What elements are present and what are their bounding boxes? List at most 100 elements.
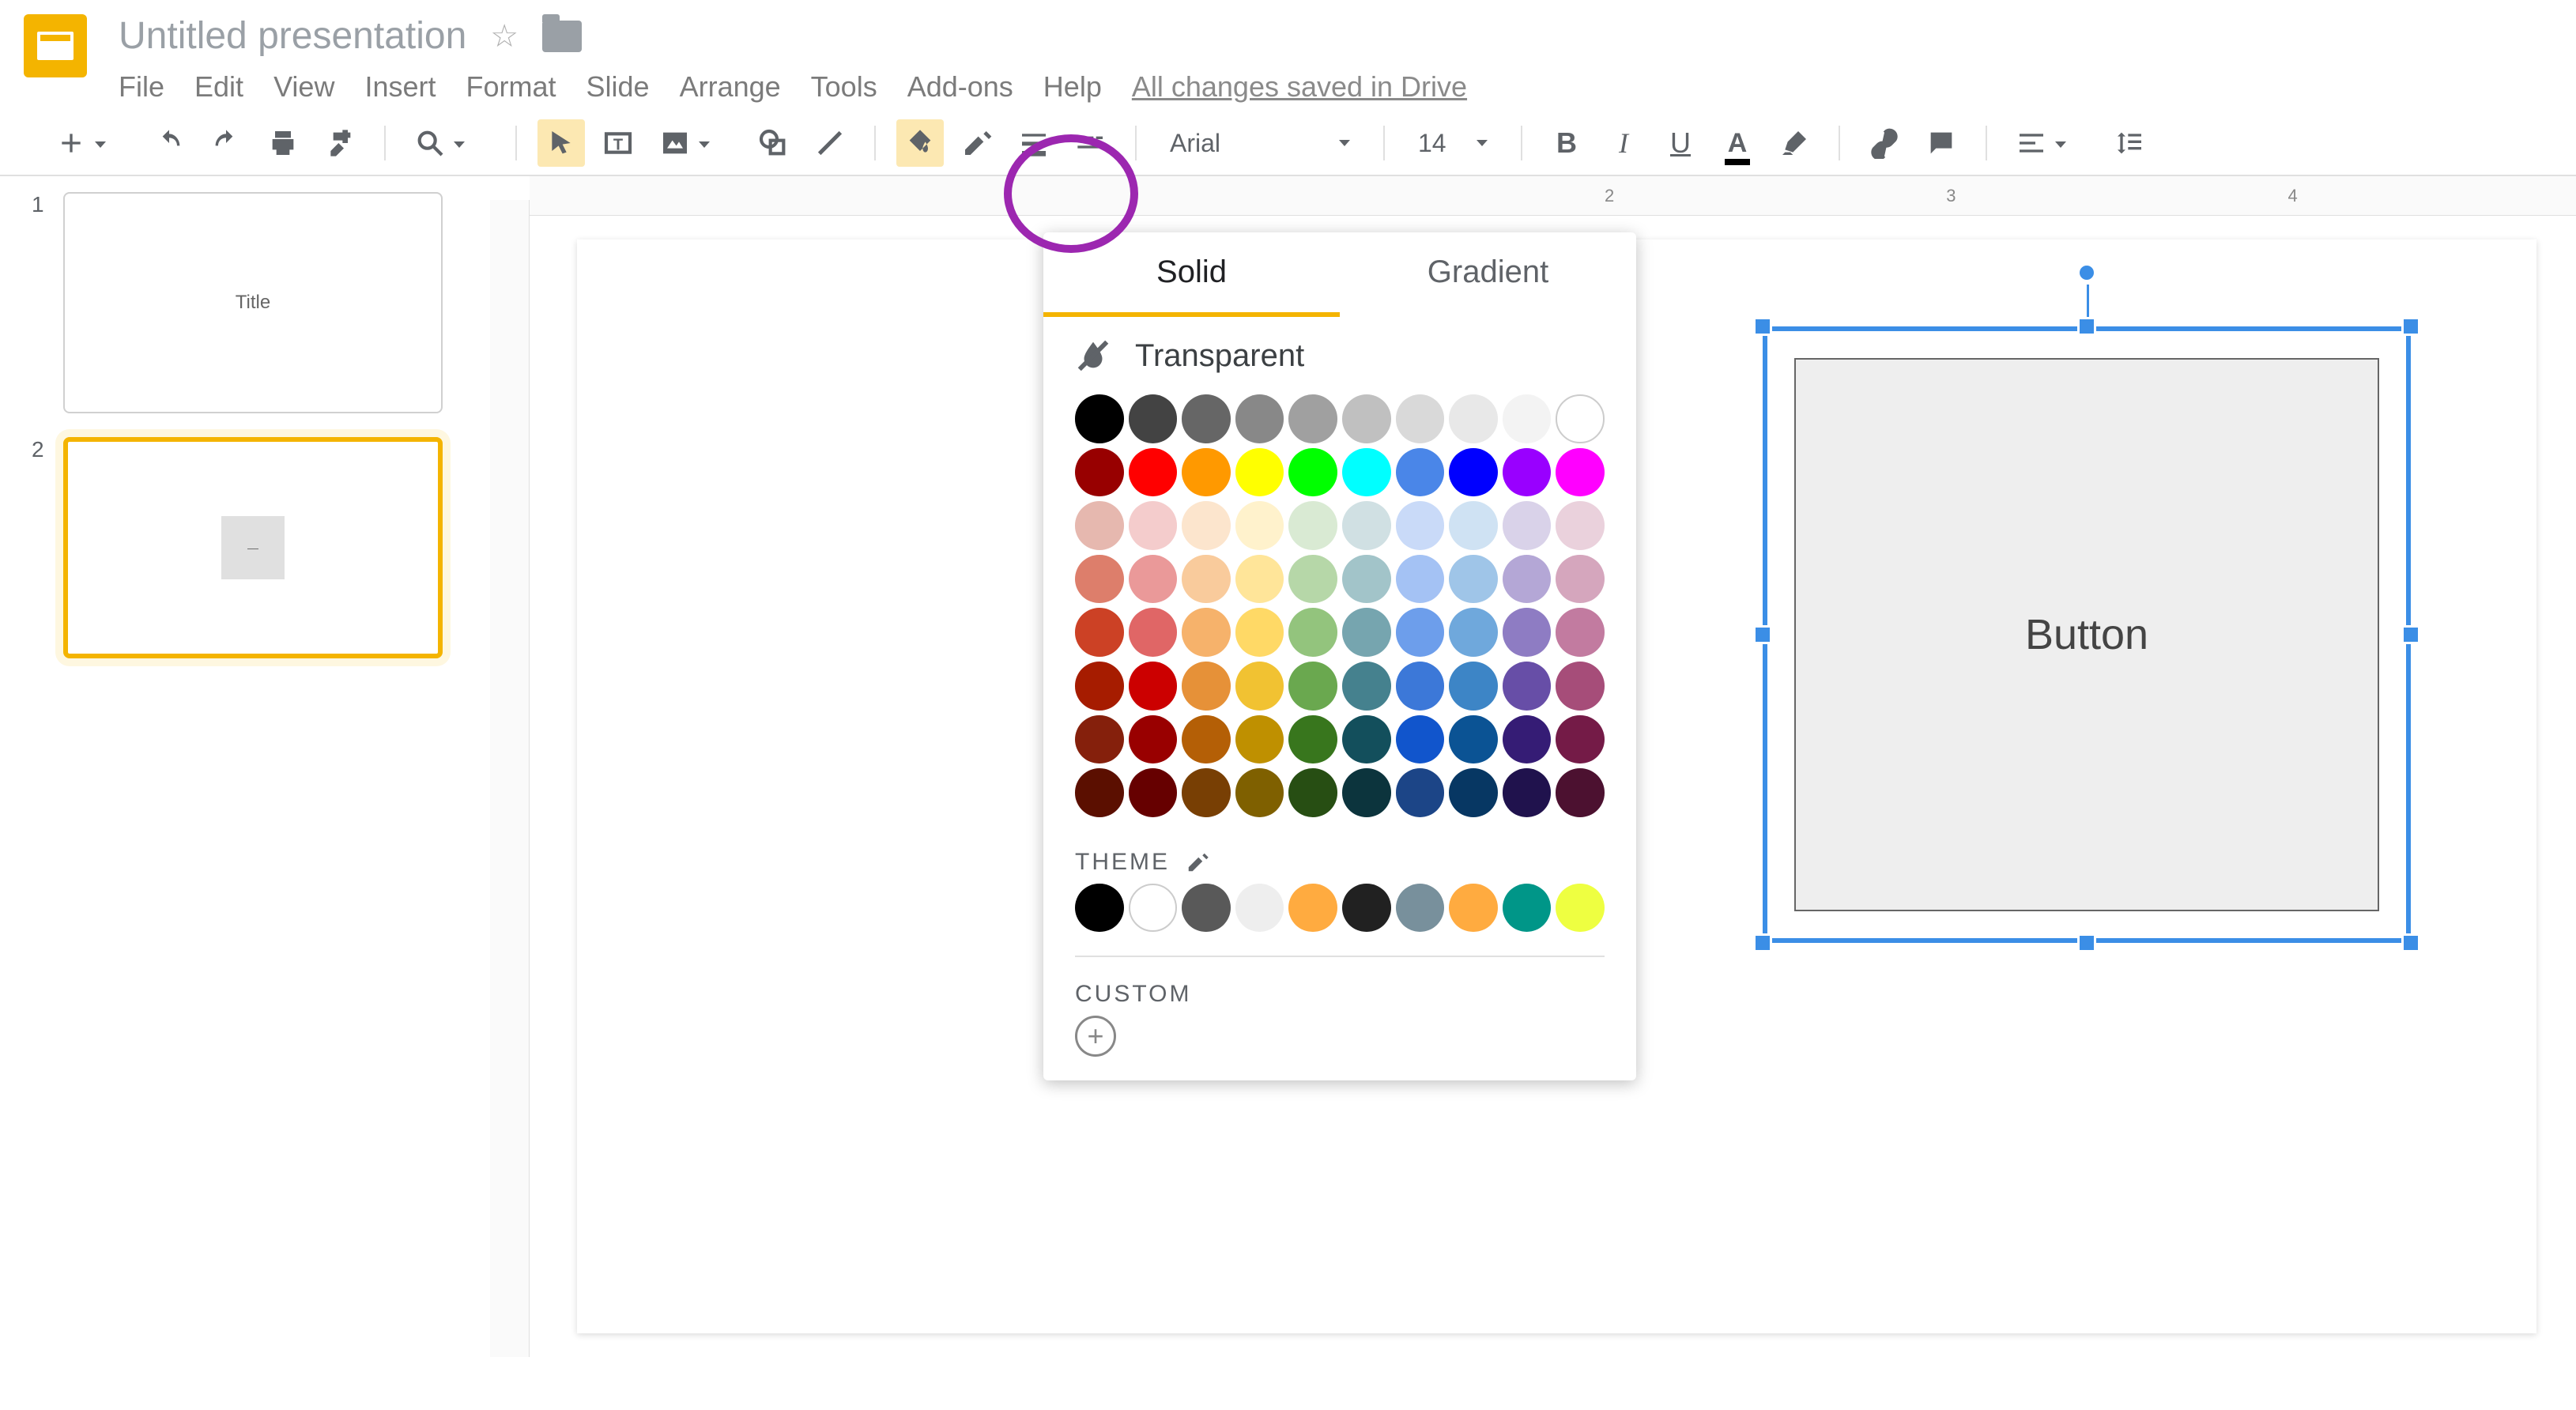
color-swatch[interactable] (1396, 662, 1445, 711)
color-swatch[interactable] (1075, 608, 1124, 657)
theme-color-swatch[interactable] (1182, 884, 1231, 933)
resize-handle[interactable] (2077, 933, 2096, 952)
shape-tool[interactable] (749, 119, 797, 167)
color-swatch[interactable] (1449, 608, 1498, 657)
undo-button[interactable] (145, 119, 193, 167)
color-swatch[interactable] (1235, 715, 1284, 764)
menu-addons[interactable]: Add-ons (907, 70, 1013, 104)
color-swatch[interactable] (1235, 662, 1284, 711)
color-swatch[interactable] (1235, 608, 1284, 657)
textbox-tool[interactable]: T (594, 119, 642, 167)
theme-color-swatch[interactable] (1556, 884, 1605, 933)
color-swatch[interactable] (1075, 555, 1124, 604)
color-swatch[interactable] (1182, 608, 1231, 657)
color-swatch[interactable] (1342, 501, 1391, 550)
color-swatch[interactable] (1503, 555, 1552, 604)
edit-theme-icon[interactable] (1186, 850, 1209, 874)
color-swatch[interactable] (1075, 501, 1124, 550)
paint-format-button[interactable] (316, 119, 364, 167)
menu-slide[interactable]: Slide (586, 70, 650, 104)
color-swatch[interactable] (1556, 662, 1605, 711)
color-swatch[interactable] (1075, 394, 1124, 443)
menu-help[interactable]: Help (1043, 70, 1102, 104)
color-swatch[interactable] (1503, 608, 1552, 657)
insert-link-button[interactable] (1861, 119, 1908, 167)
color-swatch[interactable] (1129, 768, 1178, 817)
print-button[interactable] (259, 119, 307, 167)
color-swatch[interactable] (1288, 448, 1337, 497)
color-swatch[interactable] (1396, 555, 1445, 604)
resize-handle[interactable] (1753, 317, 1772, 336)
color-swatch[interactable] (1288, 662, 1337, 711)
theme-color-swatch[interactable] (1396, 884, 1445, 933)
color-swatch[interactable] (1129, 501, 1178, 550)
new-slide-button[interactable] (47, 119, 95, 167)
color-swatch[interactable] (1182, 448, 1231, 497)
bold-button[interactable]: B (1543, 119, 1590, 167)
image-tool[interactable] (651, 119, 699, 167)
insert-comment-button[interactable] (1918, 119, 1965, 167)
menu-edit[interactable]: Edit (194, 70, 243, 104)
italic-button[interactable]: I (1600, 119, 1647, 167)
document-title[interactable]: Untitled presentation (119, 14, 466, 58)
theme-color-swatch[interactable] (1235, 884, 1284, 933)
color-swatch[interactable] (1342, 555, 1391, 604)
save-status[interactable]: All changes saved in Drive (1132, 70, 1467, 104)
color-swatch[interactable] (1503, 501, 1552, 550)
color-swatch[interactable] (1182, 715, 1231, 764)
color-swatch[interactable] (1449, 555, 1498, 604)
color-swatch[interactable] (1396, 501, 1445, 550)
color-swatch[interactable] (1129, 555, 1178, 604)
color-swatch[interactable] (1556, 394, 1605, 443)
transparent-option[interactable]: Transparent (1043, 317, 1636, 394)
rotate-handle[interactable] (2077, 263, 2096, 282)
color-swatch[interactable] (1075, 768, 1124, 817)
theme-color-swatch[interactable] (1129, 884, 1178, 933)
color-swatch[interactable] (1342, 448, 1391, 497)
color-swatch[interactable] (1503, 768, 1552, 817)
theme-color-swatch[interactable] (1449, 884, 1498, 933)
color-swatch[interactable] (1288, 768, 1337, 817)
theme-color-swatch[interactable] (1342, 884, 1391, 933)
color-swatch[interactable] (1182, 768, 1231, 817)
color-swatch[interactable] (1129, 662, 1178, 711)
underline-button[interactable]: U (1657, 119, 1704, 167)
theme-color-swatch[interactable] (1075, 884, 1124, 933)
color-swatch[interactable] (1182, 501, 1231, 550)
color-swatch[interactable] (1129, 715, 1178, 764)
border-dash-button[interactable] (1067, 119, 1115, 167)
color-swatch[interactable] (1556, 448, 1605, 497)
redo-button[interactable] (202, 119, 250, 167)
zoom-button[interactable] (406, 119, 454, 167)
color-swatch[interactable] (1129, 394, 1178, 443)
color-swatch[interactable] (1342, 662, 1391, 711)
align-button[interactable] (2008, 119, 2055, 167)
color-swatch[interactable] (1129, 608, 1178, 657)
slide-thumbnail-2[interactable]: — (63, 437, 443, 658)
color-swatch[interactable] (1396, 394, 1445, 443)
color-swatch[interactable] (1235, 394, 1284, 443)
color-swatch[interactable] (1288, 608, 1337, 657)
resize-handle[interactable] (2401, 933, 2420, 952)
color-swatch[interactable] (1129, 448, 1178, 497)
color-swatch[interactable] (1182, 394, 1231, 443)
resize-handle[interactable] (1753, 625, 1772, 644)
slide-thumbnail-1[interactable]: Title (63, 192, 443, 413)
color-swatch[interactable] (1288, 501, 1337, 550)
font-size-select[interactable]: 14 (1405, 122, 1500, 164)
color-swatch[interactable] (1449, 715, 1498, 764)
border-color-button[interactable] (953, 119, 1001, 167)
highlight-button[interactable] (1771, 119, 1818, 167)
color-swatch[interactable] (1235, 448, 1284, 497)
fill-color-button[interactable] (896, 119, 944, 167)
color-swatch[interactable] (1449, 448, 1498, 497)
color-swatch[interactable] (1556, 768, 1605, 817)
add-custom-color-button[interactable]: + (1075, 1016, 1116, 1057)
color-swatch[interactable] (1556, 555, 1605, 604)
theme-color-swatch[interactable] (1288, 884, 1337, 933)
color-swatch[interactable] (1396, 448, 1445, 497)
color-swatch[interactable] (1396, 768, 1445, 817)
menu-arrange[interactable]: Arrange (680, 70, 781, 104)
color-swatch[interactable] (1556, 501, 1605, 550)
color-swatch[interactable] (1503, 662, 1552, 711)
